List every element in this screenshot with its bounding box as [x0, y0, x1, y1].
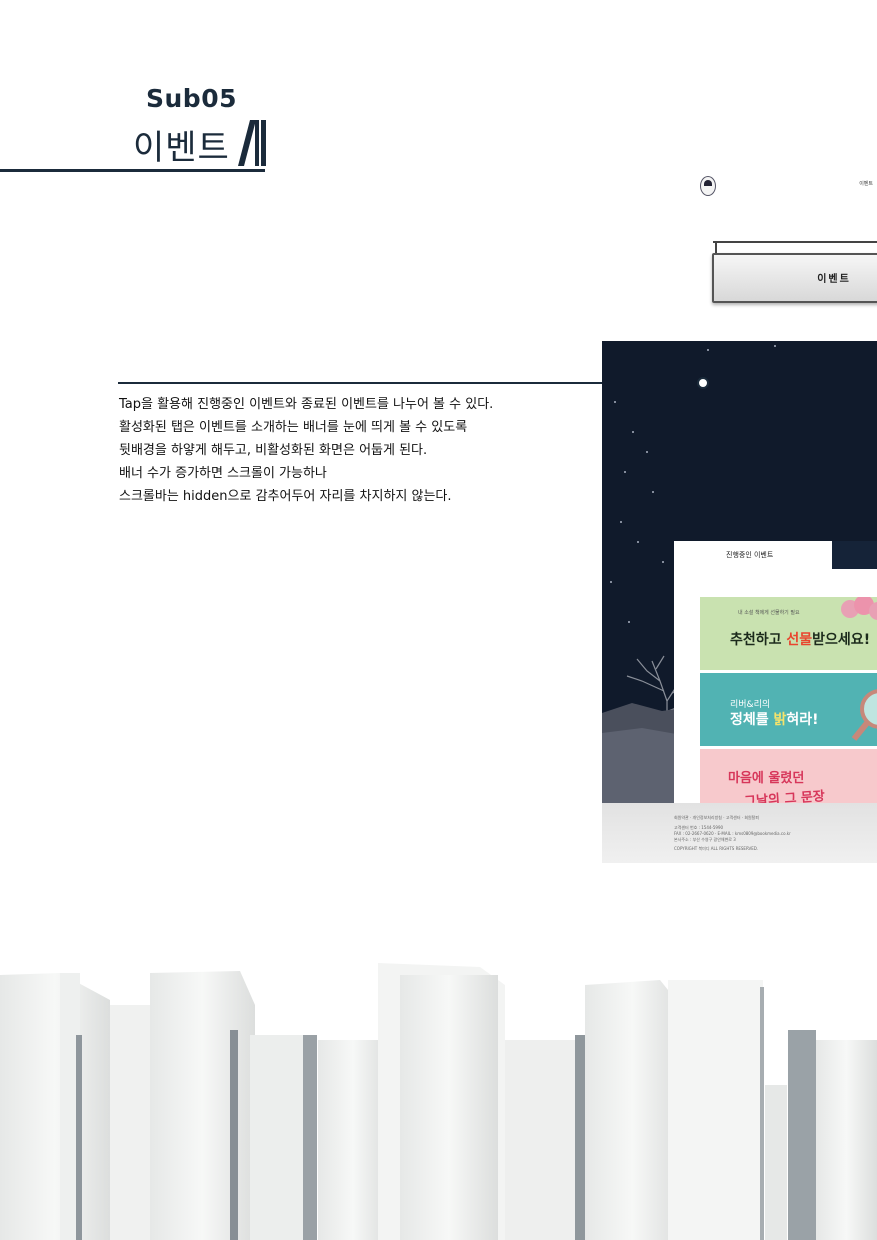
section-sub-label: Sub05 — [146, 84, 237, 113]
footer-links[interactable]: 회원약관 · 개인정보처리방침 · 고객센터 · 회원탈퇴 — [674, 815, 759, 821]
event-page-mockup: 이벤트 이벤트 진행중인 이벤트 내 소설 책에게 선물하기 필요 추천하고 선… — [602, 171, 877, 863]
tab-ended-events[interactable] — [832, 541, 877, 569]
description-line: 배너 수가 증가하면 스크롤이 가능하나 — [119, 466, 327, 481]
footer-address: 본사주소 : 부산 수영구 광안해변로 3 — [674, 837, 736, 842]
slash-mark-icon — [238, 120, 266, 166]
description-line: Tap을 활용해 진행중인 이벤트와 종료된 이벤트를 나누어 볼 수 있다. — [119, 397, 494, 412]
footer-copyright: COPYRIGHT 북미디 ALL RIGHTS RESERVED. — [674, 846, 759, 851]
footer-contact: FAX : 02-2667-0620 · E-MAIL : kms0809@bo… — [674, 831, 791, 836]
page-sign-board: 이벤트 — [712, 253, 877, 303]
description-text: Tap을 활용해 진행중인 이벤트와 종료된 이벤트를 나누어 볼 수 있다. … — [119, 393, 579, 508]
banner-caption: 내 소설 책에게 선물하기 필요 — [738, 610, 800, 616]
sign-hook — [715, 241, 717, 253]
event-banner-mystery[interactable]: 리버&리의 정체를 밝혀라! — [700, 673, 877, 746]
magnifier-icon — [851, 689, 877, 741]
night-sky-background: 진행중인 이벤트 내 소설 책에게 선물하기 필요 추천하고 선물받으세요! 리… — [602, 341, 877, 857]
connector-dot-icon — [697, 377, 709, 389]
pink-cloud-icon — [841, 597, 877, 620]
book-spines-decoration — [0, 963, 877, 1240]
banner-headline: 마음에 울렸던 — [728, 771, 805, 786]
event-banner-recommend[interactable]: 내 소설 책에게 선물하기 필요 추천하고 선물받으세요! — [700, 597, 877, 670]
tab-ongoing-events[interactable]: 진행중인 이벤트 — [674, 541, 832, 569]
description-line: 활성화된 탭은 이벤트를 소개하는 배너를 눈에 띄게 볼 수 있도록 — [119, 420, 468, 435]
page-sign-title: 이벤트 — [817, 274, 851, 285]
mockup-footer: 회원약관 · 개인정보처리방침 · 고객센터 · 회원탈퇴 고객센터 번호 : … — [602, 803, 877, 863]
description-line: 뒷배경을 하얗게 해두고, 비활성화된 화면은 어둡게 된다. — [119, 443, 428, 458]
mockup-nav-menu[interactable]: 이벤트 — [859, 180, 873, 187]
description-line: 스크롤바는 hidden으로 감추어두어 자리를 차지하지 않는다. — [119, 489, 452, 504]
mockup-header: 이벤트 이벤트 — [602, 171, 877, 341]
sign-rod — [713, 241, 877, 243]
title-underline — [0, 169, 265, 172]
logo-icon[interactable] — [700, 176, 716, 196]
section-title: 이벤트 — [133, 128, 230, 168]
banner-headline: 정체를 밝혀라! — [730, 712, 819, 728]
